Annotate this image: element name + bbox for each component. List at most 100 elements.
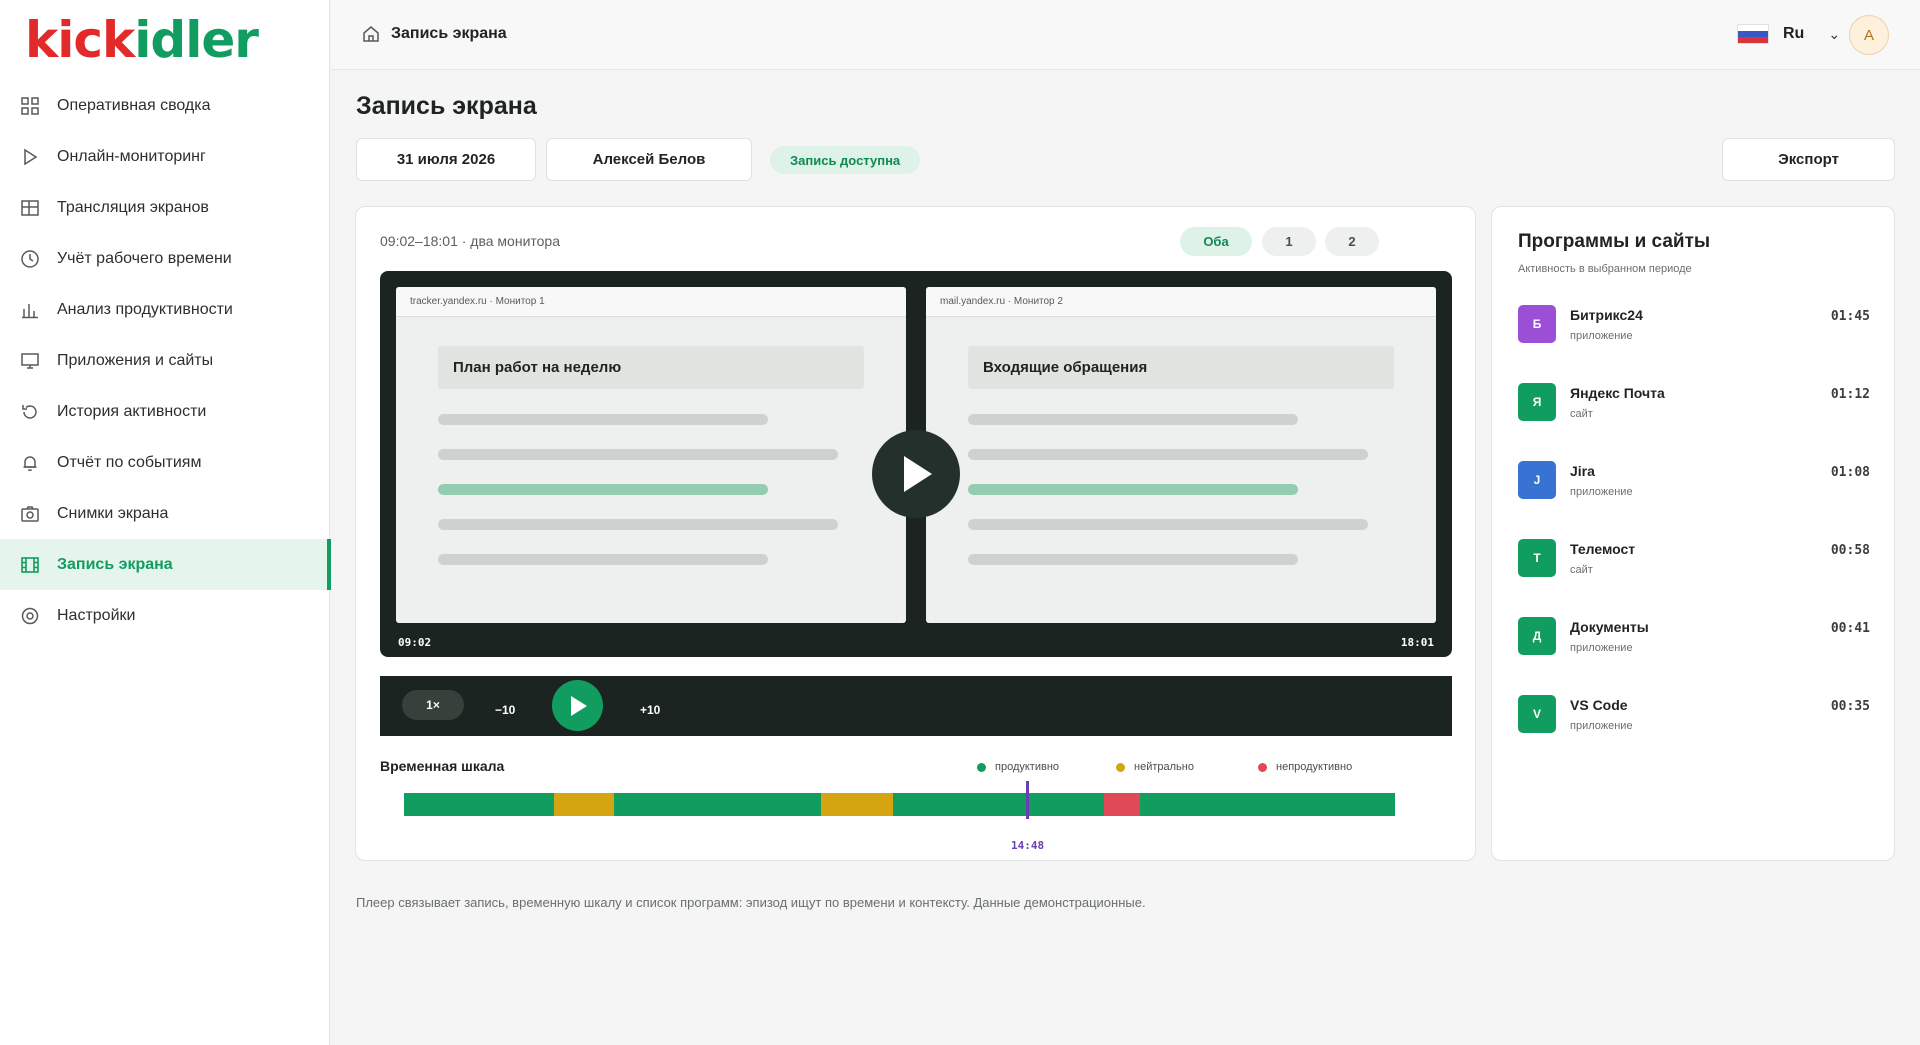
- play-outline-icon: [20, 147, 40, 167]
- tab-both-monitors[interactable]: Оба: [1180, 227, 1252, 256]
- content-line: [438, 414, 768, 425]
- timeline-segment-productive[interactable]: [893, 793, 1105, 816]
- sidebar-item-label: Трансляция экранов: [57, 198, 209, 216]
- bell-icon: [20, 453, 40, 473]
- video-start-time: 09:02: [398, 636, 432, 649]
- video-viewport[interactable]: tracker.yandex.ru · Монитор 1 План работ…: [380, 271, 1452, 657]
- app-icon: V: [1518, 695, 1556, 733]
- monitor-1-address: tracker.yandex.ru · Монитор 1: [396, 287, 906, 317]
- timeline-segment-neutral[interactable]: [553, 793, 615, 816]
- timeline-segment-productive[interactable]: [404, 793, 555, 816]
- tab-monitor-2[interactable]: 2: [1325, 227, 1379, 256]
- sidebar-item-dashboard[interactable]: Оперативная сводка: [0, 80, 330, 131]
- content-line: [968, 449, 1368, 460]
- sidebar-item-apps-sites[interactable]: Приложения и сайты: [0, 335, 330, 386]
- skip-forward-button[interactable]: +10: [640, 703, 660, 717]
- app-type: сайт: [1570, 408, 1593, 420]
- sidebar-item-screenshots[interactable]: Снимки экрана: [0, 488, 330, 539]
- topbar: Запись экрана Ru ⌄ А: [331, 0, 1920, 70]
- grid-icon: [20, 96, 40, 116]
- status-badge: Запись доступна: [770, 146, 921, 174]
- sidebar-item-online-monitoring[interactable]: Онлайн-мониторинг: [0, 131, 330, 182]
- app-name: Jira: [1570, 463, 1595, 479]
- sidebar-item-settings[interactable]: Настройки: [0, 590, 330, 641]
- employee-select-button[interactable]: Алексей Белов: [546, 138, 752, 181]
- player-card: 09:02–18:01 · два монитора Оба 1 2 track…: [355, 206, 1476, 861]
- skip-back-button[interactable]: −10: [495, 703, 515, 717]
- timeline-bar[interactable]: [404, 793, 1395, 816]
- timeline-segment-productive[interactable]: [613, 793, 822, 816]
- film-icon: [20, 555, 40, 575]
- monitor-2-screen: mail.yandex.ru · Монитор 2 Входящие обра…: [926, 287, 1436, 623]
- content-line: [438, 449, 838, 460]
- content-line-highlight: [438, 484, 768, 495]
- app-icon: Я: [1518, 383, 1556, 421]
- sidebar-item-screen-broadcast[interactable]: Трансляция экранов: [0, 182, 330, 233]
- app-row-vscode[interactable]: V VS Code приложение 00:35: [1518, 691, 1870, 741]
- app-name: VS Code: [1570, 697, 1628, 713]
- breadcrumb-current: Запись экрана: [391, 25, 507, 42]
- sidebar-item-label: Приложения и сайты: [57, 351, 214, 369]
- app-time: 01:12: [1830, 387, 1870, 402]
- content-line: [968, 519, 1368, 530]
- timeline-cursor[interactable]: [1026, 781, 1029, 819]
- language-code: Ru: [1783, 25, 1805, 42]
- app-type: приложение: [1570, 642, 1633, 654]
- clock-icon: [20, 249, 40, 269]
- apps-title: Программы и сайты: [1518, 231, 1711, 252]
- app-type: сайт: [1570, 564, 1593, 576]
- export-button[interactable]: Экспорт: [1722, 138, 1895, 181]
- sidebar-item-event-report[interactable]: Отчёт по событиям: [0, 437, 330, 488]
- timeline-segment-productive[interactable]: [1139, 793, 1395, 816]
- russia-flag-icon: [1737, 24, 1769, 44]
- sidebar-item-label: Настройки: [57, 606, 136, 624]
- app-name: Яндекс Почта: [1570, 385, 1665, 401]
- chevron-down-icon: ⌄: [1828, 25, 1841, 42]
- monitor-2-heading: Входящие обращения: [968, 346, 1394, 389]
- timeline-segment-neutral[interactable]: [820, 793, 894, 816]
- app-row-yandex-mail[interactable]: Я Яндекс Почта сайт 01:12: [1518, 379, 1870, 429]
- sidebar-item-screen-recording[interactable]: Запись экрана: [0, 539, 331, 590]
- timeline-cursor-time: 14:48: [1011, 839, 1045, 852]
- sidebar-nav: Оперативная сводка Онлайн-мониторинг Тра…: [0, 80, 331, 641]
- video-end-time: 18:01: [1400, 636, 1434, 649]
- content-line: [968, 554, 1298, 565]
- app-time: 00:35: [1830, 699, 1870, 714]
- app-name: Телемост: [1570, 541, 1636, 557]
- video-play-button[interactable]: [872, 430, 960, 518]
- play-icon: [570, 695, 587, 716]
- sidebar-item-label: История активности: [57, 402, 207, 420]
- footnote: Плеер связывает запись, временную шкалу …: [356, 895, 1146, 910]
- sidebar: kickidler Оперативная сводка Онлайн-мони…: [0, 0, 331, 1045]
- app-row-documents[interactable]: Д Документы приложение 00:41: [1518, 613, 1870, 663]
- sidebar-item-activity-history[interactable]: История активности: [0, 386, 330, 437]
- app-row-bitrix24[interactable]: Б Битрикс24 приложение 01:45: [1518, 301, 1870, 351]
- monitor-1-heading: План работ на неделю: [438, 346, 864, 389]
- sidebar-item-label: Снимки экрана: [57, 504, 169, 522]
- avatar[interactable]: А: [1849, 15, 1889, 55]
- app-icon: Б: [1518, 305, 1556, 343]
- playback-speed-button[interactable]: 1×: [402, 690, 464, 720]
- date-picker-button[interactable]: 31 июля 2026: [356, 138, 536, 181]
- tab-monitor-1[interactable]: 1: [1262, 227, 1316, 256]
- content-line: [438, 554, 768, 565]
- kickidler-logo[interactable]: kickidler: [25, 14, 259, 66]
- table-icon: [20, 198, 40, 218]
- home-icon[interactable]: [361, 24, 381, 44]
- sidebar-item-label: Анализ продуктивности: [57, 300, 233, 318]
- app-type: приложение: [1570, 486, 1633, 498]
- monitor-2-address: mail.yandex.ru · Монитор 2: [926, 287, 1436, 317]
- sidebar-item-productivity[interactable]: Анализ продуктивности: [0, 284, 330, 335]
- sidebar-item-label: Оперативная сводка: [57, 96, 211, 114]
- camera-icon: [20, 504, 40, 524]
- timeline-segment-unproductive[interactable]: [1103, 793, 1141, 816]
- sidebar-item-label: Отчёт по событиям: [57, 453, 202, 471]
- app-time: 00:58: [1830, 543, 1870, 558]
- breadcrumb: Запись экрана: [361, 24, 507, 44]
- app-row-jira[interactable]: J Jira приложение 01:08: [1518, 457, 1870, 507]
- play-button[interactable]: [552, 680, 603, 731]
- language-selector[interactable]: Ru ⌄: [1737, 24, 1840, 44]
- app-row-telemost[interactable]: Т Телемост сайт 00:58: [1518, 535, 1870, 585]
- sidebar-item-time-tracking[interactable]: Учёт рабочего времени: [0, 233, 330, 284]
- app-time: 00:41: [1830, 621, 1870, 636]
